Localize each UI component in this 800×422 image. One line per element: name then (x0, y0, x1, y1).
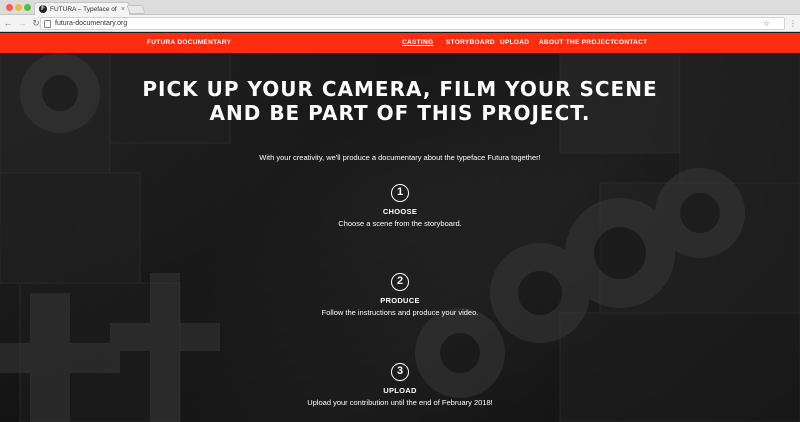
bookmark-star-icon[interactable]: ☆ (763, 18, 770, 30)
headline-line-2: AND BE PART OF THIS PROJECT. (209, 101, 591, 125)
browser-toolbar: ← → ↻ futura-documentary.org ☆ ⋮ (0, 15, 800, 32)
maximize-window-icon[interactable] (24, 4, 31, 11)
headline-line-1: PICK UP YOUR CAMERA, FILM YOUR SCENE (142, 77, 658, 101)
nav-link-storyboard[interactable]: STORYBOARD (446, 33, 495, 53)
browser-tab[interactable]: F FUTURA – Typeface of our Ti × (34, 2, 130, 15)
site-brand[interactable]: FUTURA DOCUMENTARY (147, 33, 231, 53)
step-produce: 2 PRODUCE Follow the instructions and pr… (0, 273, 800, 317)
new-tab-button[interactable] (126, 5, 146, 14)
step-title: UPLOAD (383, 386, 417, 395)
browser-menu-icon[interactable]: ⋮ (789, 18, 797, 30)
close-tab-icon[interactable]: × (121, 6, 125, 13)
hero-headline: PICK UP YOUR CAMERA, FILM YOUR SCENE AND… (0, 77, 800, 125)
nav-link-casting[interactable]: CASTING (402, 33, 433, 53)
hero-intro-text: With your creativity, we'll produce a do… (259, 153, 541, 162)
step-description: Follow the instructions and produce your… (321, 308, 479, 317)
site-header: FUTURA DOCUMENTARY CASTING STORYBOARD UP… (0, 33, 800, 53)
step-title: CHOOSE (382, 207, 418, 216)
nav-link-contact[interactable]: CONTACT (614, 33, 647, 53)
step-title: PRODUCE (380, 296, 420, 305)
page-info-icon[interactable] (44, 19, 51, 28)
back-arrow-icon[interactable]: ← (2, 17, 14, 29)
step-description: Choose a scene from the storyboard. (338, 219, 462, 228)
address-bar[interactable]: futura-documentary.org ☆ (40, 17, 785, 30)
tab-title: FUTURA – Typeface of our Ti (50, 5, 118, 13)
close-window-icon[interactable] (6, 4, 13, 11)
browser-tab-bar: F FUTURA – Typeface of our Ti × (0, 0, 800, 15)
step-number-badge: 3 (391, 363, 409, 381)
url-text: futura-documentary.org (55, 20, 128, 27)
minimize-window-icon[interactable] (15, 4, 22, 11)
step-upload: 3 UPLOAD Upload your contribution until … (0, 363, 800, 407)
forward-arrow-icon[interactable]: → (16, 17, 28, 29)
step-choose: 1 CHOOSE Choose a scene from the storybo… (0, 184, 800, 228)
step-description: Upload your contribution until the end o… (307, 398, 493, 407)
step-number-badge: 1 (391, 184, 409, 202)
nav-link-upload[interactable]: UPLOAD (500, 33, 529, 53)
favicon-icon: F (39, 5, 47, 13)
step-number-badge: 2 (391, 273, 409, 291)
nav-link-about-the-project[interactable]: ABOUT THE PROJECT (539, 33, 615, 53)
hero-section: PICK UP YOUR CAMERA, FILM YOUR SCENE AND… (0, 53, 800, 422)
